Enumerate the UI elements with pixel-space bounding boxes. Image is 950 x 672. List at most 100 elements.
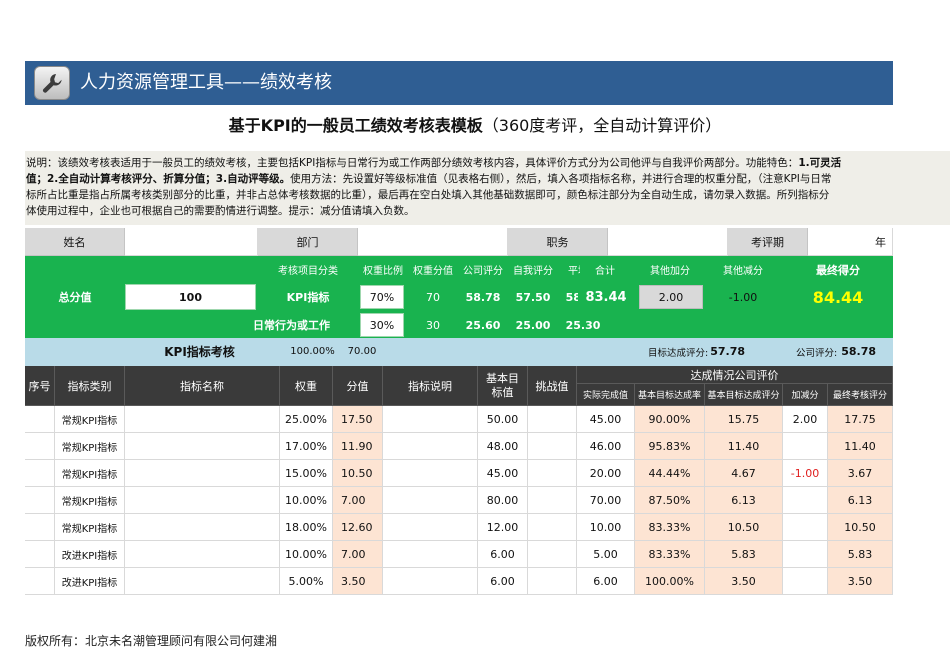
- row-base-score: 11.40: [705, 433, 783, 460]
- row-desc[interactable]: [383, 460, 478, 487]
- row-challenge[interactable]: [528, 487, 577, 514]
- row-final: 5.83: [828, 541, 893, 568]
- row-score: 7.00: [333, 487, 383, 514]
- row-name[interactable]: [125, 433, 280, 460]
- row-name[interactable]: [125, 487, 280, 514]
- daily-ratio[interactable]: 30%: [360, 313, 404, 337]
- row-desc[interactable]: [383, 487, 478, 514]
- row-desc[interactable]: [383, 514, 478, 541]
- row-category[interactable]: 改进KPI指标: [55, 568, 125, 595]
- total-sum: 83.44: [578, 283, 634, 311]
- row-seq: [25, 514, 55, 541]
- period-label: 考评期: [728, 228, 808, 256]
- row-actual[interactable]: 45.00: [577, 406, 635, 433]
- year-label: 年: [875, 234, 886, 250]
- row-base[interactable]: 80.00: [478, 487, 528, 514]
- row-base[interactable]: 6.00: [478, 568, 528, 595]
- row-challenge[interactable]: [528, 541, 577, 568]
- row-actual[interactable]: 20.00: [577, 460, 635, 487]
- row-add[interactable]: [783, 568, 828, 595]
- row-weight[interactable]: 25.00%: [280, 406, 333, 433]
- header-seq: 序号: [25, 366, 55, 406]
- row-base-rate: 83.33%: [635, 514, 705, 541]
- kpi-self-summary-value: 57.78: [710, 345, 745, 358]
- name-input[interactable]: [125, 228, 258, 256]
- daily-self-score: 25.00: [508, 311, 558, 339]
- total-value[interactable]: 100: [125, 284, 256, 310]
- kpi-self-score: 57.50: [508, 283, 558, 311]
- row-base-score: 3.50: [705, 568, 783, 595]
- department-input[interactable]: [358, 228, 508, 256]
- row-desc[interactable]: [383, 433, 478, 460]
- row-score: 12.60: [333, 514, 383, 541]
- kpi-company-summary-value: 58.78: [841, 345, 876, 358]
- row-base[interactable]: 45.00: [478, 460, 528, 487]
- row-seq: [25, 406, 55, 433]
- row-name[interactable]: [125, 460, 280, 487]
- description-bold: 值；2.全自动计算考核评分、折算分值；3.自动评等级。: [26, 173, 290, 185]
- bonus-score[interactable]: 2.00: [639, 285, 703, 309]
- row-base[interactable]: 12.00: [478, 514, 528, 541]
- row-challenge[interactable]: [528, 514, 577, 541]
- position-input[interactable]: [608, 228, 728, 256]
- kpi-ratio[interactable]: 70%: [360, 285, 404, 309]
- row-actual[interactable]: 6.00: [577, 568, 635, 595]
- row-actual[interactable]: 5.00: [577, 541, 635, 568]
- row-category[interactable]: 改进KPI指标: [55, 541, 125, 568]
- row-base-score: 15.75: [705, 406, 783, 433]
- row-category[interactable]: 常规KPI指标: [55, 487, 125, 514]
- description-line-1: 说明：该绩效考核表适用于一般员工的绩效考核，主要包括KPI指标与日常行为或工作两…: [26, 155, 950, 171]
- row-weight[interactable]: 10.00%: [280, 487, 333, 514]
- row-challenge[interactable]: [528, 568, 577, 595]
- row-name[interactable]: [125, 568, 280, 595]
- row-desc[interactable]: [383, 568, 478, 595]
- row-name[interactable]: [125, 406, 280, 433]
- header-base: 基本目标值: [478, 366, 528, 406]
- period-input[interactable]: 年: [808, 228, 893, 256]
- kpi-section-title: KPI指标考核: [125, 338, 275, 366]
- total-label: 总分值: [25, 283, 125, 311]
- row-seq: [25, 541, 55, 568]
- row-add[interactable]: [783, 433, 828, 460]
- row-base[interactable]: 50.00: [478, 406, 528, 433]
- row-challenge[interactable]: [528, 433, 577, 460]
- row-weight[interactable]: 10.00%: [280, 541, 333, 568]
- row-category[interactable]: 常规KPI指标: [55, 460, 125, 487]
- row-add[interactable]: 2.00: [783, 406, 828, 433]
- row-desc[interactable]: [383, 541, 478, 568]
- row-final: 11.40: [828, 433, 893, 460]
- row-category[interactable]: 常规KPI指标: [55, 406, 125, 433]
- row-actual[interactable]: 46.00: [577, 433, 635, 460]
- row-weight[interactable]: 17.00%: [280, 433, 333, 460]
- row-name[interactable]: [125, 514, 280, 541]
- description-box: 说明：该绩效考核表适用于一般员工的绩效考核，主要包括KPI指标与日常行为或工作两…: [25, 151, 950, 225]
- header-base-score: 基本目标达成评分: [705, 384, 783, 406]
- summary-header-deduct: 其他减分: [708, 256, 778, 283]
- row-challenge[interactable]: [528, 406, 577, 433]
- row-weight[interactable]: 5.00%: [280, 568, 333, 595]
- row-name[interactable]: [125, 541, 280, 568]
- row-add[interactable]: [783, 487, 828, 514]
- banner-title: 人力资源管理工具——绩效考核: [80, 61, 332, 105]
- row-add[interactable]: [783, 514, 828, 541]
- row-base-score: 5.83: [705, 541, 783, 568]
- row-desc[interactable]: [383, 406, 478, 433]
- row-challenge[interactable]: [528, 460, 577, 487]
- row-add[interactable]: [783, 541, 828, 568]
- header-desc: 指标说明: [383, 366, 478, 406]
- kpi-label: KPI指标: [258, 283, 358, 311]
- row-weight[interactable]: 15.00%: [280, 460, 333, 487]
- row-base-score: 6.13: [705, 487, 783, 514]
- row-seq: [25, 460, 55, 487]
- row-actual[interactable]: 10.00: [577, 514, 635, 541]
- summary-header-self: 自我评分: [508, 256, 558, 283]
- row-actual[interactable]: 70.00: [577, 487, 635, 514]
- row-base[interactable]: 48.00: [478, 433, 528, 460]
- row-base[interactable]: 6.00: [478, 541, 528, 568]
- appraisal-sheet: 姓名 部门 职务 考评期 年 考核项目分类 权重比例 权重分值 公司评分 自我评…: [25, 228, 893, 598]
- row-category[interactable]: 常规KPI指标: [55, 433, 125, 460]
- header-add: 加减分: [783, 384, 828, 406]
- row-add[interactable]: -1.00: [783, 460, 828, 487]
- row-category[interactable]: 常规KPI指标: [55, 514, 125, 541]
- row-weight[interactable]: 18.00%: [280, 514, 333, 541]
